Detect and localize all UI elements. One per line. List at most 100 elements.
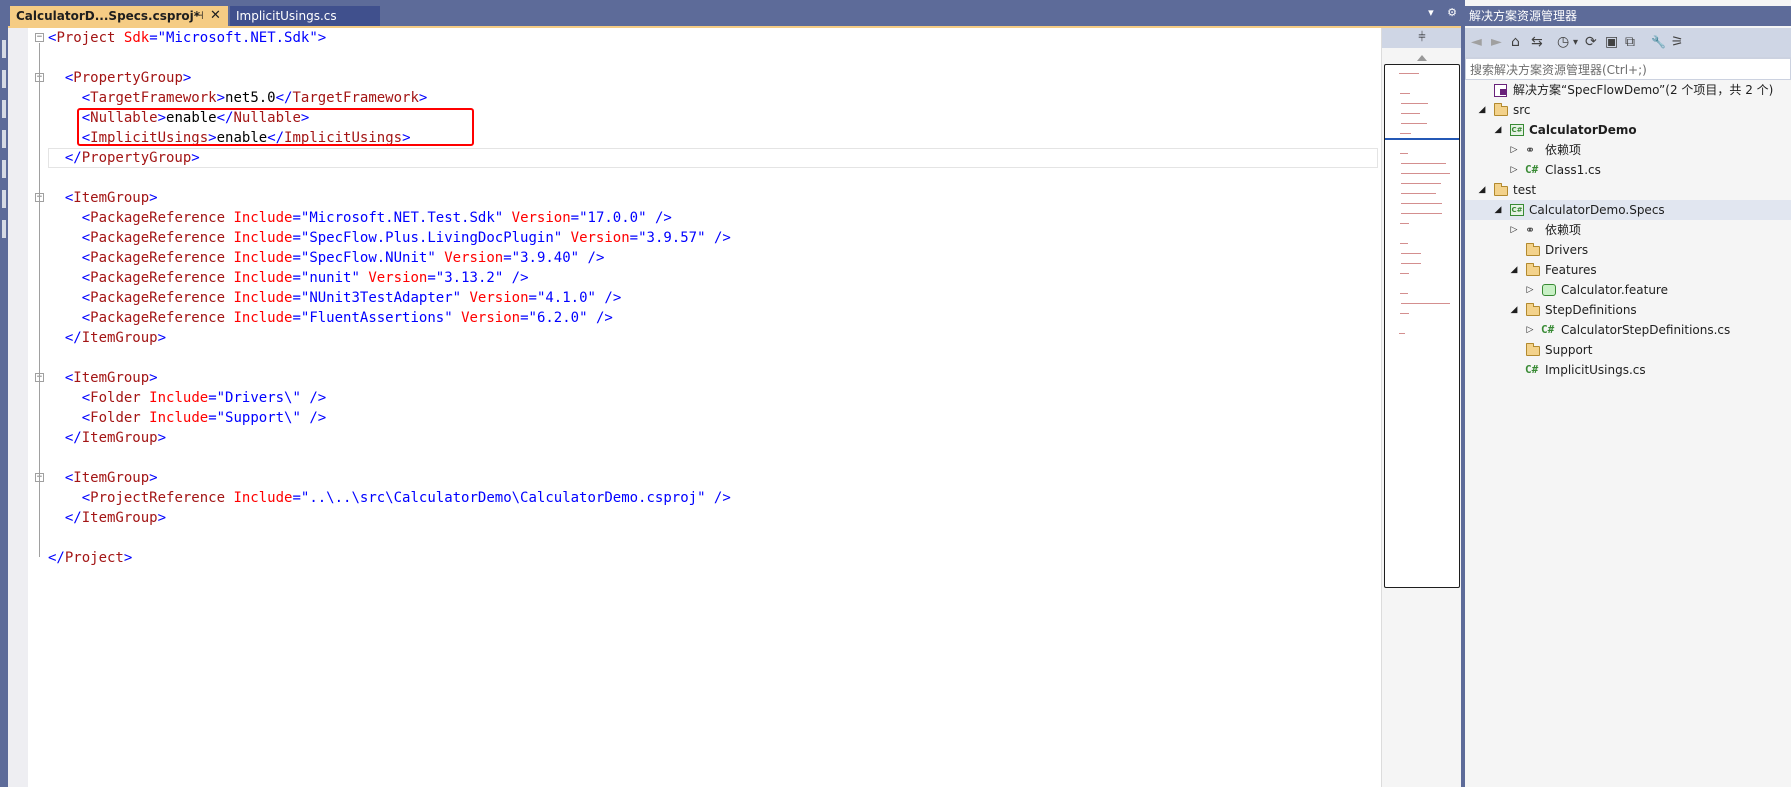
editor-split-icon[interactable]: ⫩ — [1382, 28, 1462, 48]
search-input[interactable] — [1466, 60, 1790, 80]
tree-item[interactable]: ◢ Features — [1465, 260, 1791, 280]
tool-window-tab[interactable] — [2, 100, 6, 118]
code-line[interactable] — [48, 168, 1378, 188]
outline-guide — [39, 83, 40, 157]
pin-icon[interactable]: ⊣ — [194, 6, 204, 26]
code-token: > — [157, 510, 167, 526]
code-line[interactable]: </Project> — [48, 548, 1378, 568]
code-line[interactable]: </PropertyGroup> — [48, 148, 1378, 168]
code-line[interactable]: <PackageReference Include="Microsoft.NET… — [48, 208, 1378, 228]
collapse-all-icon[interactable]: ▣ — [1605, 34, 1618, 50]
indicator-margin[interactable] — [8, 28, 28, 787]
tree-item[interactable]: ▷ ⚭ 依赖项 — [1465, 140, 1791, 160]
switch-view-icon[interactable]: ⇆ — [1531, 34, 1543, 50]
expander-icon[interactable]: ▷ — [1525, 320, 1535, 340]
scroll-up-arrow-icon[interactable] — [1417, 55, 1427, 61]
expander-icon[interactable]: ◢ — [1477, 180, 1487, 200]
code-line[interactable]: <ProjectReference Include="..\..\src\Cal… — [48, 488, 1378, 508]
code-token: Drivers\ — [225, 390, 293, 406]
home-icon[interactable]: ⌂ — [1511, 34, 1520, 50]
code-line[interactable]: <PackageReference Include="SpecFlow.Plus… — [48, 228, 1378, 248]
expander-icon[interactable]: ▷ — [1509, 160, 1519, 180]
back-icon[interactable]: ◄ — [1471, 34, 1482, 50]
tree-item[interactable]: Support — [1465, 340, 1791, 360]
gear-icon[interactable]: ⚙ — [1447, 6, 1457, 19]
code-line[interactable] — [48, 448, 1378, 468]
code-token: > — [157, 430, 167, 446]
show-all-files-icon[interactable]: ⧉ — [1625, 34, 1635, 50]
wrench-icon[interactable]: 🔧 — [1651, 35, 1666, 49]
expander-icon[interactable]: ▷ — [1525, 280, 1535, 300]
tab-list-dropdown-icon[interactable]: ▾ — [1428, 6, 1434, 19]
tab-calculator-specs-csproj[interactable]: CalculatorD...Specs.csproj* ⊣ ✕ — [10, 6, 228, 26]
tab-implicit-usings[interactable]: ImplicitUsings.cs — [230, 6, 380, 26]
code-line[interactable]: </ItemGroup> — [48, 328, 1378, 348]
tool-window-tab[interactable] — [2, 160, 6, 178]
minimap-line — [1401, 213, 1442, 214]
code-token: PropertyGroup — [73, 70, 183, 86]
tree-item[interactable]: ◢ src — [1465, 100, 1791, 120]
expander-icon[interactable]: ▷ — [1509, 140, 1519, 160]
tool-window-tab[interactable] — [2, 220, 6, 238]
history-icon[interactable]: ◷ — [1557, 34, 1569, 50]
tree-item[interactable]: 解决方案“SpecFlowDemo”(2 个项目，共 2 个) — [1465, 80, 1791, 100]
code-line[interactable]: <PackageReference Include="FluentAsserti… — [48, 308, 1378, 328]
preview-selected-icon[interactable]: ⚞ — [1671, 34, 1684, 50]
tree-item[interactable]: ◢ test — [1465, 180, 1791, 200]
tree-item[interactable]: ▷ C# CalculatorStepDefinitions.cs — [1465, 320, 1791, 340]
refresh-icon[interactable]: ⟳ — [1585, 34, 1597, 50]
code-line[interactable]: − <ItemGroup> — [35, 468, 1378, 488]
code-line[interactable]: <Folder Include="Drivers\" /> — [48, 388, 1378, 408]
code-line[interactable] — [48, 528, 1378, 548]
tool-window-tab[interactable] — [2, 40, 6, 58]
expander-icon[interactable]: ◢ — [1509, 260, 1519, 280]
code-line[interactable]: <TargetFramework>net5.0</TargetFramework… — [48, 88, 1378, 108]
close-icon[interactable]: ✕ — [210, 6, 221, 26]
tree-item[interactable]: ◢ C# CalculatorDemo.Specs — [1465, 200, 1791, 220]
tree-item[interactable]: ▷ Calculator.feature — [1465, 280, 1791, 300]
tree-item-label: Support — [1545, 343, 1593, 357]
expander-icon[interactable]: ◢ — [1493, 200, 1503, 220]
code-line[interactable]: − <Project Sdk="Microsoft.NET.Sdk"> — [35, 28, 1378, 48]
tool-window-tab[interactable] — [2, 190, 6, 208]
expander-icon[interactable]: ◢ — [1509, 300, 1519, 320]
solution-explorer-title[interactable]: 解决方案资源管理器 — [1465, 6, 1791, 26]
tree-item[interactable]: ▷ ⚭ 依赖项 — [1465, 220, 1791, 240]
code-line[interactable]: </ItemGroup> — [48, 508, 1378, 528]
code-line[interactable] — [48, 348, 1378, 368]
code-token: 17.0.0 — [587, 210, 639, 226]
code-token: SpecFlow.NUnit — [309, 250, 428, 266]
code-token: Folder — [90, 410, 141, 426]
code-token: =" — [570, 210, 588, 226]
folder-icon — [1525, 242, 1541, 258]
minimap-line — [1399, 73, 1419, 74]
forward-icon[interactable]: ► — [1491, 34, 1502, 50]
expander-icon[interactable]: ◢ — [1477, 100, 1487, 120]
code-line[interactable]: − <ItemGroup> — [35, 188, 1378, 208]
history-dropdown-icon[interactable]: ▾ — [1573, 37, 1578, 48]
fold-toggle-icon[interactable]: − — [35, 33, 44, 42]
solution-explorer-search[interactable] — [1465, 58, 1791, 80]
tool-window-tab[interactable] — [2, 70, 6, 88]
code-token: 4.1.0 — [545, 290, 588, 306]
minimap-viewport[interactable] — [1384, 64, 1460, 588]
code-line[interactable]: − <PropertyGroup> — [35, 68, 1378, 88]
minimap-scrollbar[interactable]: ⫩ — [1381, 28, 1462, 787]
expander-icon[interactable]: ▷ — [1509, 220, 1519, 240]
tree-item[interactable]: ▷ C# Class1.cs — [1465, 160, 1791, 180]
expander-icon[interactable]: ◢ — [1493, 120, 1503, 140]
tree-item[interactable]: C# ImplicitUsings.cs — [1465, 360, 1791, 380]
code-line[interactable]: − <ItemGroup> — [35, 368, 1378, 388]
code-line[interactable]: </ItemGroup> — [48, 428, 1378, 448]
code-line[interactable]: <PackageReference Include="SpecFlow.NUni… — [48, 248, 1378, 268]
code-line[interactable] — [48, 48, 1378, 68]
code-line[interactable]: <PackageReference Include="NUnit3TestAda… — [48, 288, 1378, 308]
tree-item[interactable]: ◢ StepDefinitions — [1465, 300, 1791, 320]
code-line[interactable]: <PackageReference Include="nunit" Versio… — [48, 268, 1378, 288]
code-token: </ — [275, 90, 293, 106]
code-line[interactable]: <Folder Include="Support\" /> — [48, 408, 1378, 428]
tree-item[interactable]: Drivers — [1465, 240, 1791, 260]
tool-window-tab[interactable] — [2, 130, 6, 148]
tree-item[interactable]: ◢ C# CalculatorDemo — [1465, 120, 1791, 140]
